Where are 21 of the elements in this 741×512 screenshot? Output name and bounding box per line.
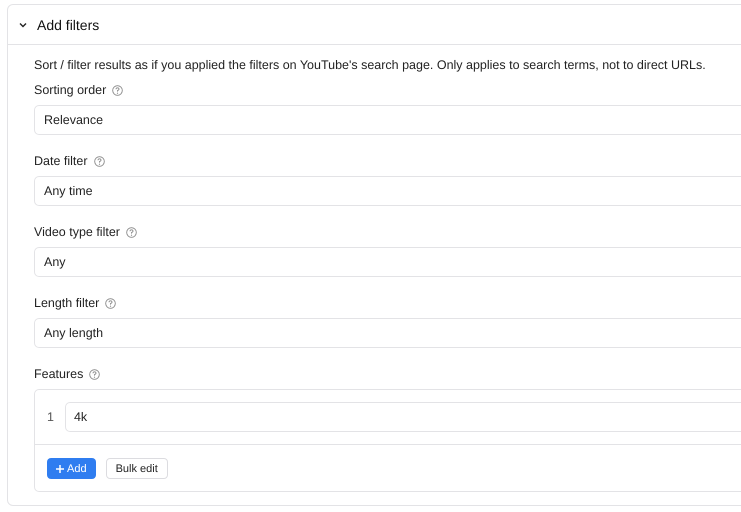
help-icon[interactable] [105, 298, 116, 308]
add-button[interactable]: Add [47, 458, 96, 479]
description-text: Sort / filter results as if you applied the filters on YouTube's search page. Only applies to search terms, not to direct URLs. [34, 57, 707, 73]
select-field[interactable]: Relevance [34, 105, 741, 135]
help-icon[interactable] [126, 226, 137, 238]
select-field[interactable]: Any time [34, 176, 741, 206]
field-label: Length filter [34, 296, 100, 310]
plus-icon [56, 464, 64, 472]
bulk-edit-button[interactable]: Bulk edit [106, 458, 168, 479]
help-icon[interactable] [112, 84, 124, 96]
field-label: Sorting order [34, 83, 106, 97]
select-field[interactable]: Any length [34, 318, 741, 348]
input-field[interactable]: 4k [64, 402, 741, 432]
row-number: 1 [47, 410, 54, 424]
help-icon[interactable] [89, 368, 100, 380]
field-label: Video type filter [34, 225, 120, 239]
field-label: Date filter [34, 154, 88, 168]
select-field[interactable]: Any [34, 247, 741, 277]
help-icon[interactable] [94, 156, 104, 166]
field-label: Features [34, 367, 84, 381]
section-title[interactable]: Add filters [37, 16, 100, 32]
